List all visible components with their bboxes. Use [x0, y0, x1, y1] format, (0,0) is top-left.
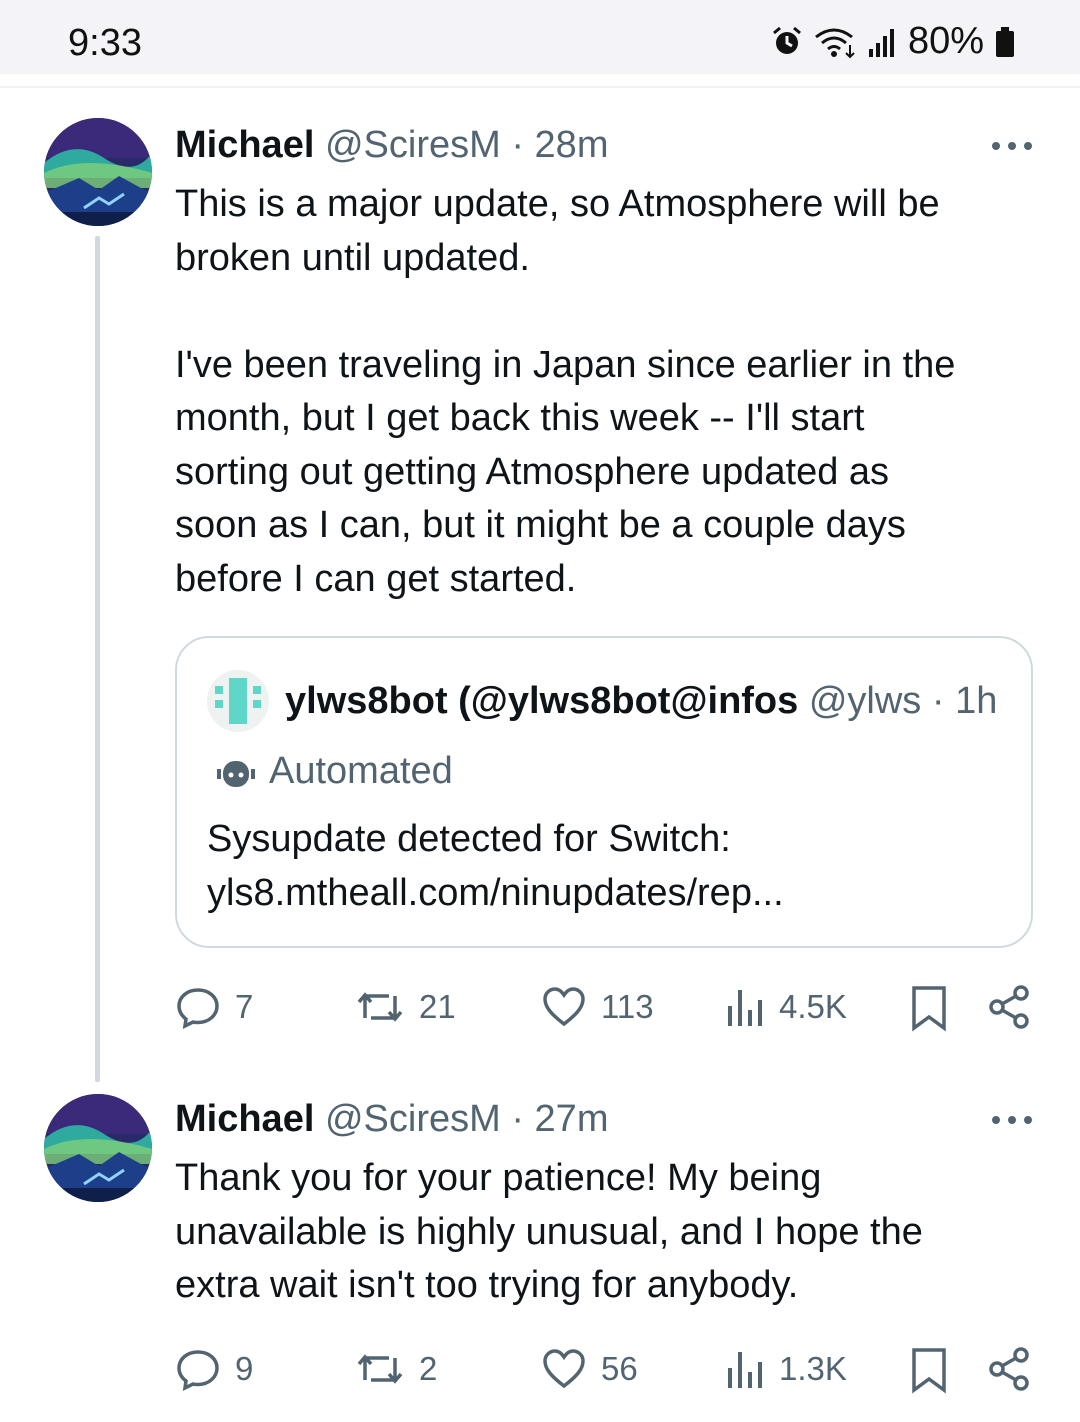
status-icons: 80%: [770, 20, 1016, 63]
aurora-avatar-image: [44, 118, 152, 226]
quote-author-name: ylws8bot (@ylws8bot@infos: [285, 680, 799, 722]
author-name[interactable]: Michael: [175, 124, 314, 166]
tweet-time[interactable]: 27m: [535, 1098, 609, 1140]
like-button[interactable]: 113: [541, 984, 654, 1030]
meta-separator: ·: [500, 1098, 535, 1140]
quote-header: ylws8bot (@ylws8bot@infos @ylws · 1h: [285, 680, 1005, 723]
like-icon: [543, 987, 585, 1027]
quote-time: 1h: [955, 680, 998, 722]
tweet-time[interactable]: 28m: [535, 124, 609, 166]
like-count: 113: [601, 988, 654, 1025]
quote-avatar: [207, 670, 269, 732]
share-icon: [989, 985, 1029, 1029]
tweet-text: Thank you for your patience! My being un…: [175, 1157, 923, 1306]
reply-icon: [177, 988, 219, 1030]
tweet-actions: 9 2 56 1.3K: [175, 1346, 1055, 1396]
avatar[interactable]: [44, 118, 152, 226]
quote-tweet-card[interactable]: ylws8bot (@ylws8bot@infos @ylws · 1h Aut…: [175, 636, 1033, 948]
repost-count: 21: [419, 988, 456, 1025]
repost-count: 2: [419, 1350, 438, 1387]
status-bar: 9:33 80%: [0, 0, 1080, 74]
reply-button[interactable]: 7: [175, 984, 253, 1030]
automated-label: Automated: [217, 750, 453, 793]
more-icon[interactable]: [992, 1110, 1032, 1130]
robot-logo-icon: [207, 670, 269, 732]
tweet-actions: 7 21 113 4.5K: [175, 984, 1055, 1034]
repost-icon: [357, 1354, 403, 1384]
reply-count: 9: [235, 1350, 254, 1387]
author-handle[interactable]: @SciresM: [325, 1098, 501, 1140]
automated-text: Automated: [269, 750, 453, 792]
like-button[interactable]: 56: [541, 1346, 638, 1392]
share-button[interactable]: [987, 1346, 1033, 1392]
quote-text: Sysupdate detected for Switch: yls8.mthe…: [207, 818, 784, 914]
bookmark-button[interactable]: [909, 984, 949, 1032]
signal-icon: [868, 28, 894, 57]
like-icon: [543, 1349, 585, 1389]
views-icon: [728, 1352, 762, 1388]
share-button[interactable]: [987, 984, 1033, 1030]
tweet-header: Michael @SciresM · 28m: [175, 124, 608, 167]
like-count: 56: [601, 1350, 638, 1387]
meta-separator: ·: [500, 124, 535, 166]
share-icon: [989, 1347, 1029, 1391]
bookmark-icon: [912, 1348, 946, 1394]
repost-icon: [357, 992, 403, 1022]
battery-percent: 80%: [907, 20, 984, 62]
aurora-avatar-image: [44, 1094, 152, 1202]
views-count: 4.5K: [779, 988, 847, 1025]
views-button[interactable]: 1.3K: [725, 1346, 847, 1392]
views-icon: [728, 990, 762, 1026]
author-name[interactable]: Michael: [175, 1098, 314, 1140]
alarm-icon: [772, 26, 801, 54]
author-handle[interactable]: @SciresM: [325, 124, 501, 166]
quote-separator: ·: [921, 680, 956, 722]
thread-line: [95, 236, 100, 1082]
tweet-text: This is a major update, so Atmosphere wi…: [175, 183, 956, 600]
robot-icon: [217, 760, 255, 787]
avatar[interactable]: [44, 1094, 152, 1202]
wifi-icon: [815, 28, 855, 58]
repost-button[interactable]: 2: [355, 1346, 437, 1392]
more-icon[interactable]: [992, 136, 1032, 156]
battery-icon: [996, 26, 1014, 57]
bookmark-button[interactable]: [909, 1346, 949, 1394]
tweet-header: Michael @SciresM · 27m: [175, 1098, 608, 1141]
reply-button[interactable]: 9: [175, 1346, 253, 1392]
header-divider: [0, 86, 1080, 88]
views-count: 1.3K: [779, 1350, 847, 1387]
quote-author-handle: @ylws: [808, 680, 922, 722]
reply-icon: [177, 1350, 219, 1392]
views-button[interactable]: 4.5K: [725, 984, 847, 1030]
repost-button[interactable]: 21: [355, 984, 456, 1030]
bookmark-icon: [912, 986, 946, 1032]
reply-count: 7: [235, 988, 254, 1025]
status-time: 9:33: [68, 22, 142, 64]
